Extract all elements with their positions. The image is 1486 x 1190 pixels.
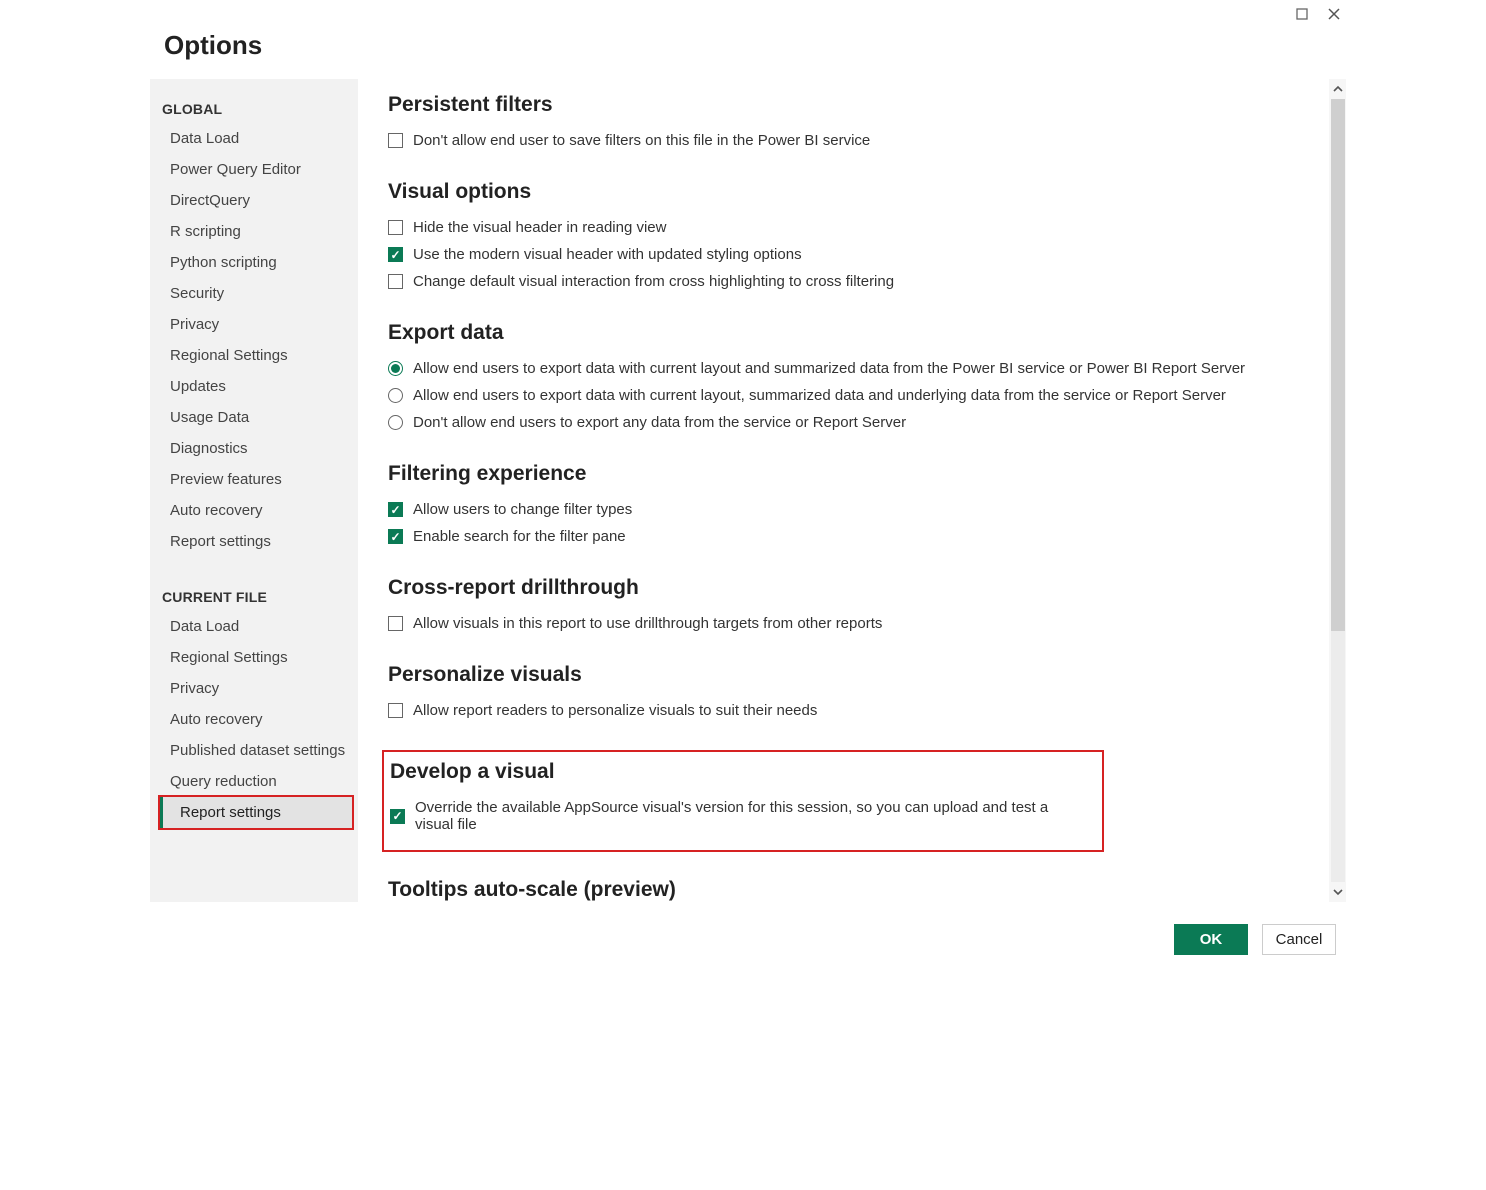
close-icon[interactable] bbox=[1318, 2, 1350, 26]
group-develop-a-visual: Develop a visual bbox=[390, 760, 1088, 784]
radio-icon[interactable] bbox=[388, 388, 403, 403]
sidebar-item-cf-regional-settings[interactable]: Regional Settings bbox=[150, 642, 358, 673]
option-persistent-filters-dont-allow[interactable]: Don't allow end user to save filters on … bbox=[388, 127, 1319, 154]
sidebar-item-report-settings-global[interactable]: Report settings bbox=[150, 526, 358, 557]
maximize-icon[interactable] bbox=[1286, 2, 1318, 26]
option-modern-visual-header[interactable]: Use the modern visual header with update… bbox=[388, 241, 1319, 268]
option-label: Don't allow end users to export any data… bbox=[413, 414, 906, 431]
option-label: Hide the visual header in reading view bbox=[413, 219, 666, 236]
sidebar-item-security[interactable]: Security bbox=[150, 278, 358, 309]
sidebar-section-global: GLOBAL bbox=[150, 95, 358, 123]
annotation-develop-visual-highlight: Develop a visual Override the available … bbox=[382, 750, 1104, 852]
ok-button[interactable]: OK bbox=[1174, 924, 1248, 955]
group-persistent-filters: Persistent filters bbox=[388, 93, 1319, 117]
option-cross-report-drillthrough[interactable]: Allow visuals in this report to use dril… bbox=[388, 610, 1319, 637]
checkbox-icon[interactable] bbox=[388, 274, 403, 289]
group-visual-options: Visual options bbox=[388, 180, 1319, 204]
sidebar-item-r-scripting[interactable]: R scripting bbox=[150, 216, 358, 247]
checkbox-icon[interactable] bbox=[388, 220, 403, 235]
sidebar-item-privacy[interactable]: Privacy bbox=[150, 309, 358, 340]
option-label: Allow end users to export data with curr… bbox=[413, 387, 1226, 404]
cancel-button[interactable]: Cancel bbox=[1262, 924, 1336, 955]
option-label: Allow end users to export data with curr… bbox=[413, 360, 1245, 377]
option-cross-filtering-default[interactable]: Change default visual interaction from c… bbox=[388, 268, 1319, 295]
group-tooltips-autoscale: Tooltips auto-scale (preview) bbox=[388, 878, 1319, 902]
dialog-footer: OK Cancel bbox=[128, 910, 1358, 965]
sidebar-item-cf-report-settings[interactable]: Report settings bbox=[160, 797, 352, 828]
option-change-filter-types[interactable]: Allow users to change filter types bbox=[388, 496, 1319, 523]
scrollbar[interactable] bbox=[1329, 79, 1346, 902]
option-label: Allow users to change filter types bbox=[413, 501, 632, 518]
option-export-none[interactable]: Don't allow end users to export any data… bbox=[388, 409, 1319, 436]
sidebar-item-diagnostics[interactable]: Diagnostics bbox=[150, 433, 358, 464]
option-label: Don't allow end user to save filters on … bbox=[413, 132, 870, 149]
radio-icon[interactable] bbox=[388, 415, 403, 430]
checkbox-icon[interactable] bbox=[388, 616, 403, 631]
sidebar-item-cf-auto-recovery[interactable]: Auto recovery bbox=[150, 704, 358, 735]
options-dialog: Options GLOBAL Data Load Power Query Edi… bbox=[128, 0, 1358, 965]
checkbox-checked-icon[interactable] bbox=[390, 809, 405, 824]
option-develop-visual-override[interactable]: Override the available AppSource visual'… bbox=[390, 794, 1088, 838]
scroll-track[interactable] bbox=[1331, 99, 1345, 882]
group-cross-report-drillthrough: Cross-report drillthrough bbox=[388, 576, 1319, 600]
sidebar-item-cf-query-reduction[interactable]: Query reduction bbox=[150, 766, 358, 797]
dialog-title: Options bbox=[128, 28, 1358, 79]
main-content: Persistent filters Don't allow end user … bbox=[358, 79, 1329, 902]
sidebar-item-cf-privacy[interactable]: Privacy bbox=[150, 673, 358, 704]
option-export-underlying[interactable]: Allow end users to export data with curr… bbox=[388, 382, 1319, 409]
sidebar-item-cf-published-dataset[interactable]: Published dataset settings bbox=[150, 735, 358, 766]
option-label: Use the modern visual header with update… bbox=[413, 246, 802, 263]
annotation-sidebar-highlight: Report settings bbox=[158, 795, 354, 830]
checkbox-icon[interactable] bbox=[388, 133, 403, 148]
sidebar-item-usage-data[interactable]: Usage Data bbox=[150, 402, 358, 433]
sidebar-section-current-file: CURRENT FILE bbox=[150, 583, 358, 611]
group-personalize-visuals: Personalize visuals bbox=[388, 663, 1319, 687]
scroll-down-icon[interactable] bbox=[1329, 882, 1346, 902]
checkbox-checked-icon[interactable] bbox=[388, 247, 403, 262]
sidebar-item-python-scripting[interactable]: Python scripting bbox=[150, 247, 358, 278]
sidebar-item-regional-settings[interactable]: Regional Settings bbox=[150, 340, 358, 371]
option-hide-visual-header[interactable]: Hide the visual header in reading view bbox=[388, 214, 1319, 241]
titlebar bbox=[128, 0, 1358, 28]
sidebar-item-preview-features[interactable]: Preview features bbox=[150, 464, 358, 495]
option-export-summarized[interactable]: Allow end users to export data with curr… bbox=[388, 355, 1319, 382]
option-label: Allow report readers to personalize visu… bbox=[413, 702, 817, 719]
scroll-up-icon[interactable] bbox=[1329, 79, 1346, 99]
sidebar: GLOBAL Data Load Power Query Editor Dire… bbox=[150, 79, 358, 902]
sidebar-item-auto-recovery[interactable]: Auto recovery bbox=[150, 495, 358, 526]
checkbox-checked-icon[interactable] bbox=[388, 502, 403, 517]
sidebar-item-updates[interactable]: Updates bbox=[150, 371, 358, 402]
sidebar-item-data-load[interactable]: Data Load bbox=[150, 123, 358, 154]
option-label: Override the available AppSource visual'… bbox=[415, 799, 1088, 833]
sidebar-item-cf-data-load[interactable]: Data Load bbox=[150, 611, 358, 642]
option-label: Enable search for the filter pane bbox=[413, 528, 626, 545]
option-label: Change default visual interaction from c… bbox=[413, 273, 894, 290]
radio-checked-icon[interactable] bbox=[388, 361, 403, 376]
group-filtering-experience: Filtering experience bbox=[388, 462, 1319, 486]
option-label: Allow visuals in this report to use dril… bbox=[413, 615, 882, 632]
group-export-data: Export data bbox=[388, 321, 1319, 345]
option-filter-pane-search[interactable]: Enable search for the filter pane bbox=[388, 523, 1319, 550]
checkbox-checked-icon[interactable] bbox=[388, 529, 403, 544]
sidebar-item-directquery[interactable]: DirectQuery bbox=[150, 185, 358, 216]
checkbox-icon[interactable] bbox=[388, 703, 403, 718]
scroll-thumb[interactable] bbox=[1331, 99, 1345, 631]
sidebar-item-power-query-editor[interactable]: Power Query Editor bbox=[150, 154, 358, 185]
option-personalize-visuals[interactable]: Allow report readers to personalize visu… bbox=[388, 697, 1319, 724]
